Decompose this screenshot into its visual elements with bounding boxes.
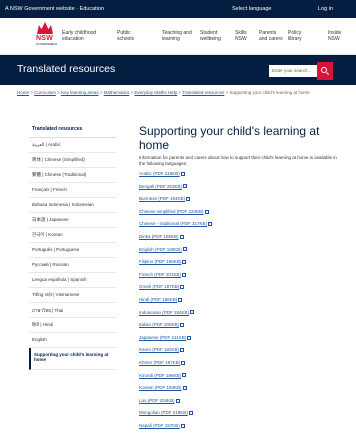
external-link-icon — [175, 398, 180, 403]
external-link-icon — [204, 209, 209, 214]
external-link-icon — [178, 297, 183, 302]
external-link-icon — [186, 197, 191, 201]
sidebar-item-chinese-traditional[interactable]: 繁體 | Chinese (Traditional) — [29, 168, 116, 183]
pdf-link-italian[interactable]: Italian (PDF 200KB) — [139, 322, 179, 327]
external-link-icon — [190, 310, 195, 315]
nsw-logo[interactable]: NSW GOVERNMENT — [36, 22, 58, 50]
pdf-link-dinka[interactable]: Dinka (PDF 186KB) — [139, 234, 179, 239]
nav-item-early-childhood[interactable]: Early childhood education — [62, 30, 102, 42]
external-link-icon — [180, 423, 185, 428]
breadcrumb-translated-resources[interactable]: Translated resources — [182, 90, 224, 95]
main-navigation: NSW GOVERNMENT Early childhood education… — [0, 18, 356, 55]
search-button[interactable] — [317, 62, 333, 80]
pdf-link-greek[interactable]: Greek (PDF 187KB) — [139, 284, 179, 289]
external-link-icon — [188, 411, 193, 416]
external-link-icon — [179, 234, 184, 239]
sidebar-item-arabic[interactable]: العربية | Arabic — [29, 138, 116, 153]
sidebar-item-japanese[interactable]: 日本語 | Japanese — [29, 213, 116, 228]
pdf-link-khmer[interactable]: Khmer (PDF 187KB) — [139, 360, 180, 365]
breadcrumb: Home > Curriculum > Key learning areas >… — [17, 90, 310, 95]
sidebar-item-french[interactable]: Français | French — [29, 183, 116, 198]
sidebar-item-hindi[interactable]: हिंदी | Hindi — [29, 318, 116, 333]
pdf-link-indonesian[interactable]: Indonesian (PDF 184KB) — [139, 310, 189, 315]
sidebar-item-english[interactable]: English — [29, 333, 116, 348]
external-link-icon — [187, 335, 192, 340]
breadcrumb-current: Supporting your child's learning at home — [229, 90, 310, 95]
breadcrumb-curriculum[interactable]: Curriculum — [34, 90, 56, 95]
external-link-icon — [180, 285, 185, 290]
banner-title: Translated resources — [17, 63, 116, 75]
logo-text: NSW — [36, 35, 53, 42]
nav-item-teaching-learning[interactable]: Teaching and learning — [162, 30, 196, 42]
external-link-icon — [181, 360, 186, 365]
pdf-link-mongolian[interactable]: Mongolian (PDF 219KB) — [139, 410, 188, 415]
pdf-link-burmese[interactable]: Burmese (PDF 194KB) — [139, 196, 185, 201]
search-input[interactable]: Enter your search... — [269, 65, 317, 77]
pdf-link-korean[interactable]: Korean (PDF 193KB) — [139, 385, 182, 390]
sidebar-item-korean[interactable]: 한국어 | Korean — [29, 228, 116, 243]
nav-item-policy-library[interactable]: Policy library — [288, 30, 310, 42]
external-link-icon — [182, 259, 187, 264]
pdf-link-arabic[interactable]: Arabic (PDF 216KB) — [139, 171, 180, 176]
government-site-label: A NSW Government website · Education — [5, 6, 105, 12]
external-link-icon — [183, 184, 188, 189]
select-language-button[interactable]: Select language — [232, 6, 271, 12]
logo-subtext: GOVERNMENT — [36, 42, 58, 46]
sidebar-nav: Translated resources العربية | Arabic 简体… — [29, 124, 116, 370]
pdf-link-french[interactable]: French (PDF 201KB) — [139, 272, 181, 277]
pdf-link-karen[interactable]: Karen (PDF 182KB) — [139, 347, 179, 352]
waratah-icon — [37, 22, 53, 34]
pdf-link-filipino[interactable]: Filipino (PDF 195KB) — [139, 259, 181, 264]
external-link-icon — [182, 373, 187, 378]
breadcrumb-key-learning-areas[interactable]: Key learning areas — [61, 90, 99, 95]
sidebar-item-indonesian[interactable]: Bahasa Indonesia | Indonesian — [29, 198, 116, 213]
page-title: Supporting your child's learning at home — [139, 124, 320, 152]
nav-item-student-wellbeing[interactable]: Student wellbeing — [200, 30, 232, 42]
pdf-link-lao[interactable]: Lao (PDF 204KB) — [139, 398, 175, 403]
nav-item-parents-carers[interactable]: Parents and carers — [259, 30, 285, 42]
pdf-link-kirundi[interactable]: Kirundi (PDF 196KB) — [139, 373, 181, 378]
sidebar-item-spanish[interactable]: Lengua española | Spanish — [29, 273, 116, 288]
pdf-link-japanese[interactable]: Japanese (PDF 211KB) — [139, 335, 186, 340]
pdf-link-bengali[interactable]: Bengali (PDF 203KB) — [139, 184, 182, 189]
external-link-icon — [180, 171, 185, 176]
external-link-icon — [182, 247, 187, 252]
top-utility-bar: A NSW Government website · Education Sel… — [0, 0, 356, 18]
external-link-icon — [208, 222, 213, 227]
login-button[interactable]: Log in — [318, 6, 333, 12]
external-link-icon — [180, 348, 185, 353]
nav-item-skills[interactable]: Skills NSW — [235, 30, 253, 42]
pdf-link-nepali[interactable]: Nepali (PDF 157KB) — [139, 423, 180, 428]
sidebar-item-vietnamese[interactable]: Tiếng Việt | Vietnamese — [29, 288, 116, 303]
breadcrumb-everyday-maths[interactable]: Everyday Maths Help — [134, 90, 177, 95]
main-content: Supporting your child's learning at home… — [139, 124, 344, 435]
pdf-link-english[interactable]: English (PDF 180KB) — [139, 247, 182, 252]
pdf-link-list: Arabic (PDF 216KB) Bengali (PDF 203KB) B… — [139, 171, 344, 435]
sidebar-item-thai[interactable]: ภาษาไทย | Thai — [29, 303, 116, 318]
sidebar-item-portuguese[interactable]: Português | Portuguese — [29, 243, 116, 258]
sidebar-item-current-page[interactable]: Supporting your child's learning at home — [29, 348, 116, 370]
pdf-link-chinese-simplified[interactable]: Chinese simplified (PDF 224KB) — [139, 209, 204, 214]
sidebar-heading: Translated resources — [29, 124, 116, 138]
pdf-link-chinese-traditional[interactable]: Chinese - traditional (PDF 317KB) — [139, 221, 207, 226]
breadcrumb-home[interactable]: Home — [17, 90, 29, 95]
nav-item-inside[interactable]: Inside NSW — [328, 30, 352, 42]
intro-text: Information for parents and carers about… — [139, 155, 337, 166]
pdf-link-hindi[interactable]: Hindi (PDF 186KB) — [139, 297, 177, 302]
nav-item-public-schools[interactable]: Public schools — [117, 30, 143, 42]
sidebar-item-russian[interactable]: Русский | Russian — [29, 258, 116, 273]
sidebar-item-chinese-simplified[interactable]: 简体 | Chinese (Simplified) — [29, 153, 116, 168]
external-link-icon — [182, 385, 187, 390]
breadcrumb-mathematics[interactable]: Mathematics — [104, 90, 130, 95]
external-link-icon — [180, 322, 185, 327]
external-link-icon — [182, 272, 187, 277]
page-banner: Translated resources Enter your search..… — [0, 55, 356, 85]
